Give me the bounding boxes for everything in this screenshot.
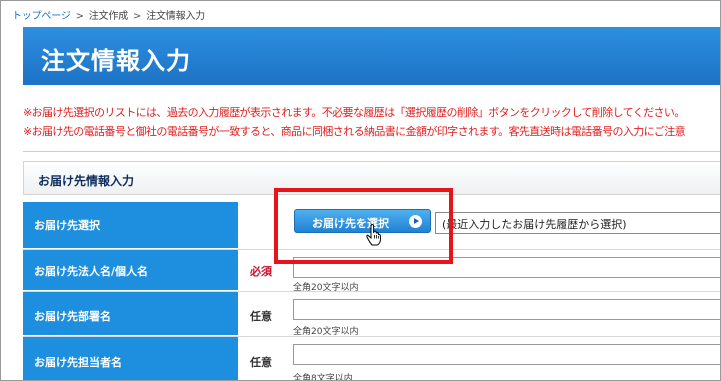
highlight-annotation — [274, 188, 453, 264]
page-frame: トップページ > 注文作成 > 注文情報入力 注文情報入力 ※お届け先選択のリストには、… — [0, 0, 721, 381]
breadcrumb-order-create: 注文作成 — [88, 11, 128, 22]
field-hint: 全角20文字以内 — [293, 327, 359, 337]
title-bar: 注文情報入力 — [23, 27, 720, 85]
required-badge: 必須 — [250, 265, 272, 278]
label-cell: お届け先部署名 — [23, 292, 238, 336]
breadcrumb-top-page[interactable]: トップページ — [12, 11, 71, 22]
notice-history: ※お届け先選択のリストには、過去の入力履歴が表示されます。不必要な履歴は「選択履… — [23, 106, 685, 119]
form-row-contact-person: お届け先担当者名 任意 全角8文字以内 — [23, 337, 720, 381]
field-label: お届け先担当者名 — [34, 356, 122, 369]
page-title: 注文情報入力 — [41, 47, 191, 75]
label-cell: お届け先担当者名 — [23, 337, 238, 380]
optional-badge: 任意 — [250, 310, 272, 323]
breadcrumb-separator: > — [75, 11, 84, 22]
label-cell: お届け先法人名/個人名 — [23, 250, 238, 291]
notice-phone: ※お届け先の電話番号と御社の電話番号が一致すると、商品に同梱される納品書に金額が… — [23, 125, 686, 138]
field-label: お届け先法人名/個人名 — [34, 265, 149, 278]
field-hint: 全角8文字以内 — [293, 374, 353, 381]
label-cell: お届け先選択 — [23, 202, 238, 249]
section-title: お届け先情報入力 — [38, 174, 135, 188]
breadcrumb: トップページ > 注文作成 > 注文情報入力 — [12, 7, 205, 22]
section-divider — [23, 151, 720, 152]
form-row-department: お届け先部署名 任意 全角20文字以内 — [23, 292, 720, 337]
optional-badge: 任意 — [250, 356, 272, 369]
history-select[interactable]: (最近入力したお届け先履歴から選択) — [435, 212, 720, 234]
field-label: お届け先選択 — [34, 219, 100, 232]
contact-person-input[interactable] — [293, 344, 720, 365]
field-label: お届け先部署名 — [34, 310, 111, 323]
history-select-text: (最近入力したお届け先履歴から選択) — [442, 218, 627, 231]
breadcrumb-current: 注文情報入力 — [146, 11, 205, 22]
department-input[interactable] — [293, 299, 720, 320]
breadcrumb-separator: > — [133, 11, 142, 22]
